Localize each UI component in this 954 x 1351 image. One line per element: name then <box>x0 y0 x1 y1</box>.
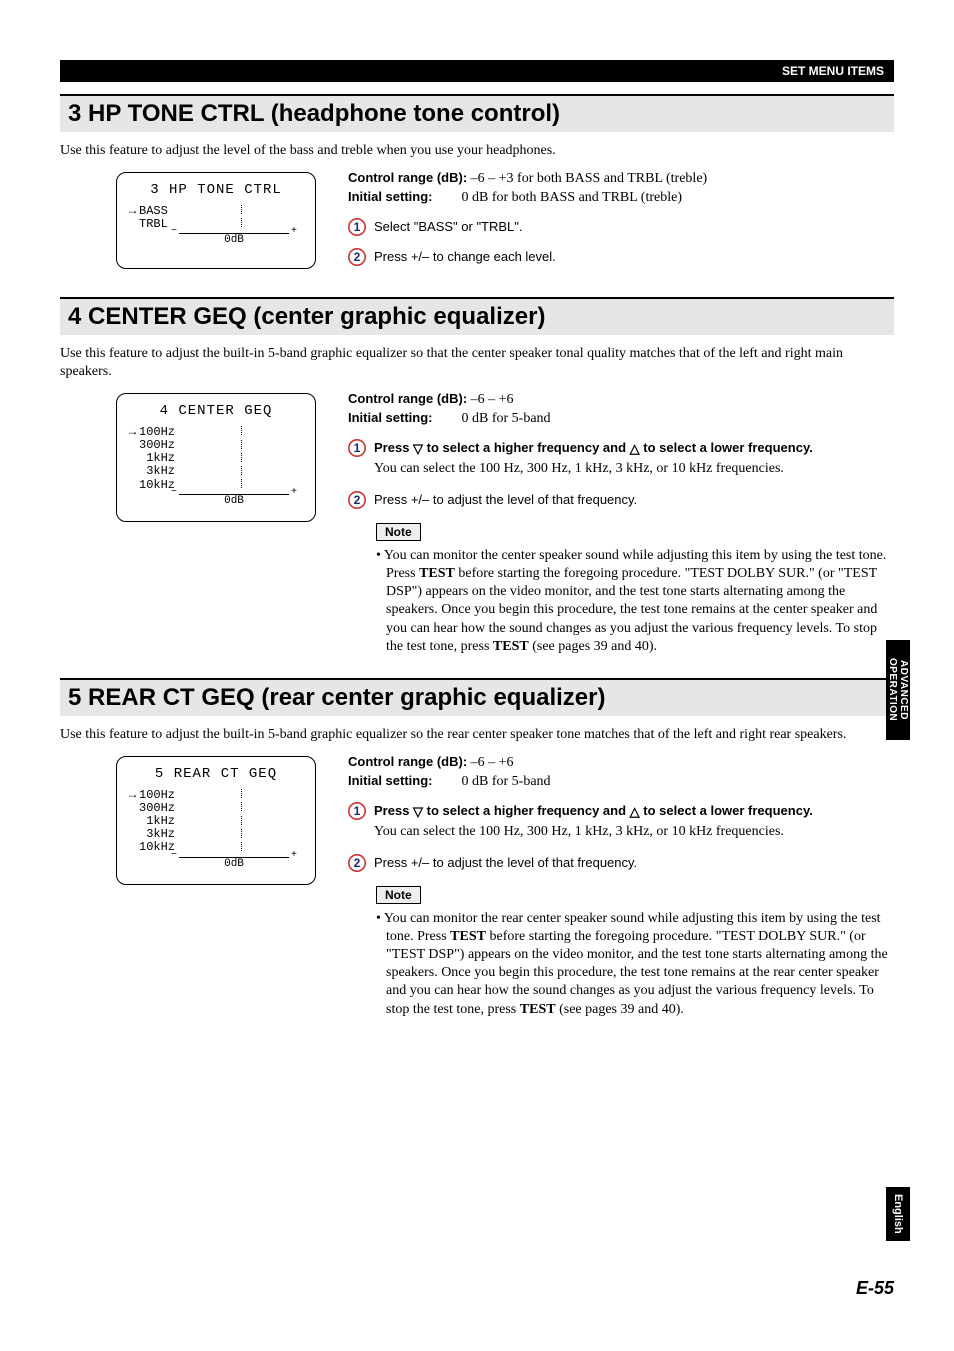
step-number-2-icon: 2 <box>348 491 366 509</box>
sec3-heading: 3 HP TONE CTRL (headphone tone control) <box>60 94 894 132</box>
sec5-lcd-zero: 0dB <box>179 858 289 870</box>
header-bar-text: SET MENU ITEMS <box>782 64 884 78</box>
sec4-intro: Use this feature to adjust the built-in … <box>60 345 894 381</box>
sec4-step2: Press +/– to adjust the level of that fr… <box>374 491 894 509</box>
svg-text:1: 1 <box>354 220 361 234</box>
sec5-is-value: 0 dB for 5-band <box>462 774 551 789</box>
sec3-cr-label: Control range (dB): <box>348 170 467 185</box>
side-tab-advanced-text: ADVANCED OPERATION <box>887 658 909 721</box>
svg-text:1: 1 <box>354 441 361 455</box>
sec4-is-value: 0 dB for 5-band <box>462 411 551 426</box>
sec5-note-label: Note <box>376 886 421 904</box>
sec3-intro: Use this feature to adjust the level of … <box>60 142 894 160</box>
svg-text:2: 2 <box>354 250 361 264</box>
step-number-2-icon: 2 <box>348 854 366 872</box>
sec3-is-value: 0 dB for both BASS and TRBL (treble) <box>462 190 683 205</box>
sec5-step1-a: Press <box>374 803 413 818</box>
sec4-is-label: Initial setting: <box>348 410 458 425</box>
sec3-step1: Select "BASS" or "TRBL". <box>374 218 894 236</box>
svg-text:1: 1 <box>354 804 361 818</box>
sec5-note: • You can monitor the rear center speake… <box>376 910 894 1019</box>
sec3-step2: Press +/– to change each level. <box>374 248 894 266</box>
down-triangle-icon: ▽ <box>413 440 423 458</box>
up-triangle-icon: △ <box>630 803 640 821</box>
svg-text:2: 2 <box>354 856 361 870</box>
sec3-is-label: Initial setting: <box>348 189 458 204</box>
sec5-step1: Press ▽ to select a higher frequency and… <box>374 802 894 841</box>
sec4-lcd-zero: 0dB <box>179 495 289 507</box>
side-tab-language-text: English <box>892 1194 904 1234</box>
sec5-lcd: 5 REAR CT GEQ →100Hz 300Hz 1kHz 3kHz 10k… <box>116 756 316 884</box>
sec4-cr-label: Control range (dB): <box>348 391 467 406</box>
sec5-heading: 5 REAR CT GEQ (rear center graphic equal… <box>60 678 894 716</box>
page-number: E-55 <box>856 1278 894 1299</box>
sec5-step1-b: to select a higher frequency and <box>423 803 630 818</box>
side-tab-language: English <box>886 1187 910 1241</box>
sec3-lcd-title: 3 HP TONE CTRL <box>129 183 303 198</box>
down-triangle-icon: ▽ <box>413 803 423 821</box>
sec4-lcd-title: 4 CENTER GEQ <box>129 404 303 419</box>
sec4-step1-b: to select a higher frequency and <box>423 440 630 455</box>
sec4-note: • You can monitor the center speaker sou… <box>376 547 894 656</box>
sec3-lcd-r1: BASS <box>139 205 179 218</box>
step-number-1-icon: 1 <box>348 218 366 236</box>
sec4-lcd-r4: 3kHz <box>139 465 179 478</box>
step-number-2-icon: 2 <box>348 248 366 266</box>
sec3-lcd: 3 HP TONE CTRL →BASS TRBL −+ 0dB <box>116 172 316 269</box>
sec5-intro: Use this feature to adjust the built-in … <box>60 726 894 744</box>
step-number-1-icon: 1 <box>348 802 366 820</box>
header-bar: SET MENU ITEMS <box>60 60 894 82</box>
sec4-step1-c: to select a lower frequency. <box>640 440 813 455</box>
sec5-step2: Press +/– to adjust the level of that fr… <box>374 854 894 872</box>
up-triangle-icon: △ <box>630 440 640 458</box>
sec3-cr-value: –6 – +3 for both BASS and TRBL (treble) <box>471 171 708 186</box>
sec4-note-label: Note <box>376 523 421 541</box>
sec5-cr-value: –6 – +6 <box>471 755 514 770</box>
sec5-cr-label: Control range (dB): <box>348 754 467 769</box>
sec5-lcd-title: 5 REAR CT GEQ <box>129 767 303 782</box>
sec5-step1-sub: You can select the 100 Hz, 300 Hz, 1 kHz… <box>374 823 894 842</box>
sec5-lcd-r1: 100Hz <box>139 789 179 802</box>
sec4-step1-a: Press <box>374 440 413 455</box>
sec4-cr-value: –6 – +6 <box>471 392 514 407</box>
step-number-1-icon: 1 <box>348 439 366 457</box>
sec4-step1-sub: You can select the 100 Hz, 300 Hz, 1 kHz… <box>374 460 894 479</box>
sec5-is-label: Initial setting: <box>348 773 458 788</box>
sec3-lcd-zero: 0dB <box>179 234 289 246</box>
sec4-heading: 4 CENTER GEQ (center graphic equalizer) <box>60 297 894 335</box>
sec4-lcd: 4 CENTER GEQ →100Hz 300Hz 1kHz 3kHz 10kH… <box>116 393 316 521</box>
sec5-step1-c: to select a lower frequency. <box>640 803 813 818</box>
sec5-lcd-r2: 300Hz <box>139 802 179 815</box>
svg-text:2: 2 <box>354 493 361 507</box>
sec4-step1: Press ▽ to select a higher frequency and… <box>374 439 894 478</box>
side-tab-advanced: ADVANCED OPERATION <box>886 640 910 740</box>
